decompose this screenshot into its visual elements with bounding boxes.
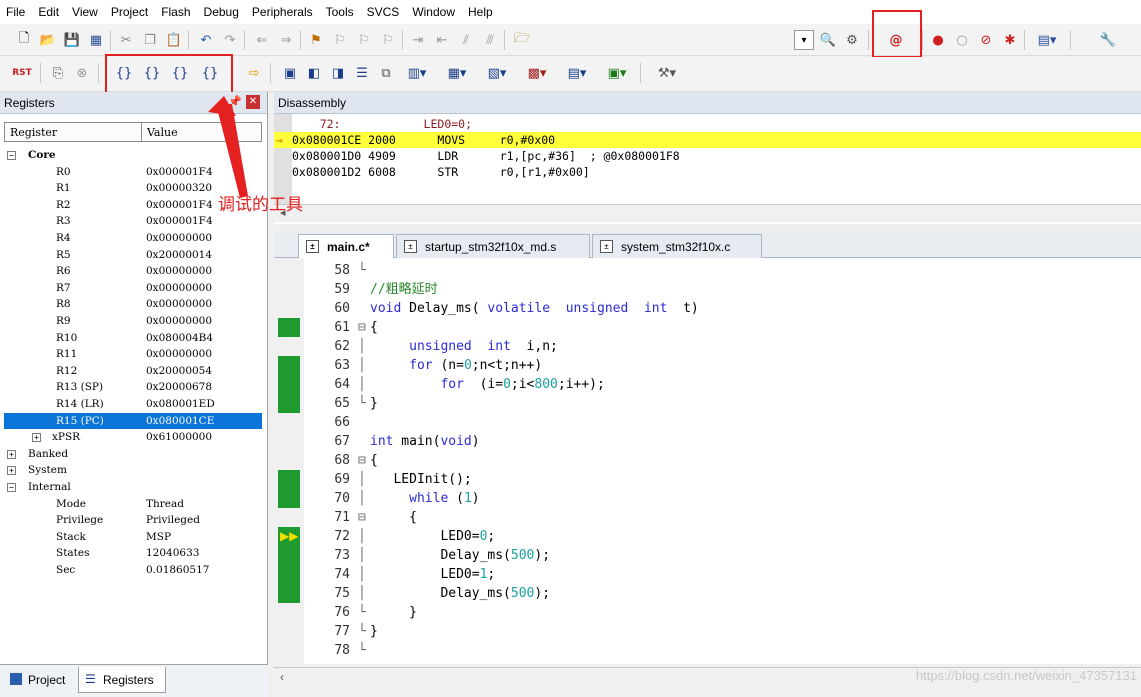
annotation-arrow-shape <box>216 104 248 198</box>
annotation-arrow <box>208 96 248 198</box>
tab-project-label: Project <box>28 673 66 687</box>
tab-project[interactable]: Project <box>4 667 76 693</box>
watermark: https://blog.csdn.net/weixin_47357131 <box>915 668 1137 683</box>
bottom-panel-tabs: Project ☰ Registers <box>0 664 268 697</box>
project-icon <box>10 673 22 685</box>
scroll-left-icon[interactable]: ‹ <box>280 670 284 684</box>
tab-registers-label: Registers <box>103 672 154 687</box>
registers-tab-icon: ☰ <box>85 672 96 686</box>
tab-registers[interactable]: ☰ Registers <box>78 667 166 693</box>
